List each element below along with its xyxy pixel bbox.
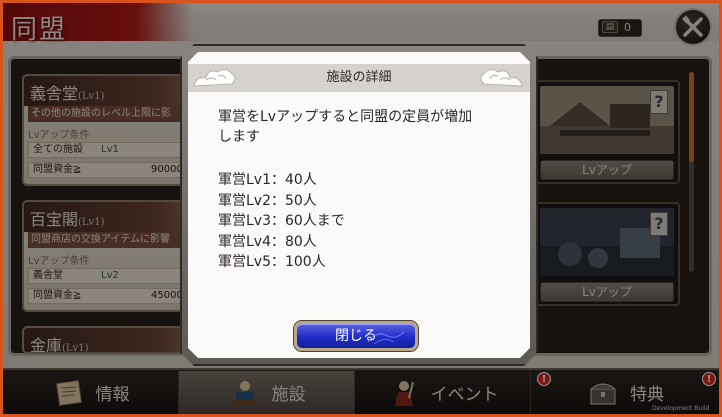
close-button[interactable]: 閉じる (294, 321, 418, 351)
level-capacity-list: 軍営Lv1：40人 軍営Lv2：50人 軍営Lv3：60人まで 軍営Lv4：80… (218, 170, 345, 273)
level-row: 軍営Lv3：60人まで (218, 213, 345, 229)
level-row: 軍営Lv4：80人 (218, 233, 317, 250)
level-row: 軍営Lv2：50人 (218, 192, 317, 209)
dialog-title: 施設の詳細 (326, 70, 392, 85)
level-row: 軍営Lv1：40人 (218, 172, 317, 188)
level-row: 軍営Lv5：100人 (218, 254, 326, 270)
description-line: します (218, 129, 260, 145)
dialog-description: 軍営をLvアップすると同盟の定員が増加 します (218, 107, 514, 147)
description-line: 軍営をLvアップすると同盟の定員が増加 (218, 109, 473, 125)
